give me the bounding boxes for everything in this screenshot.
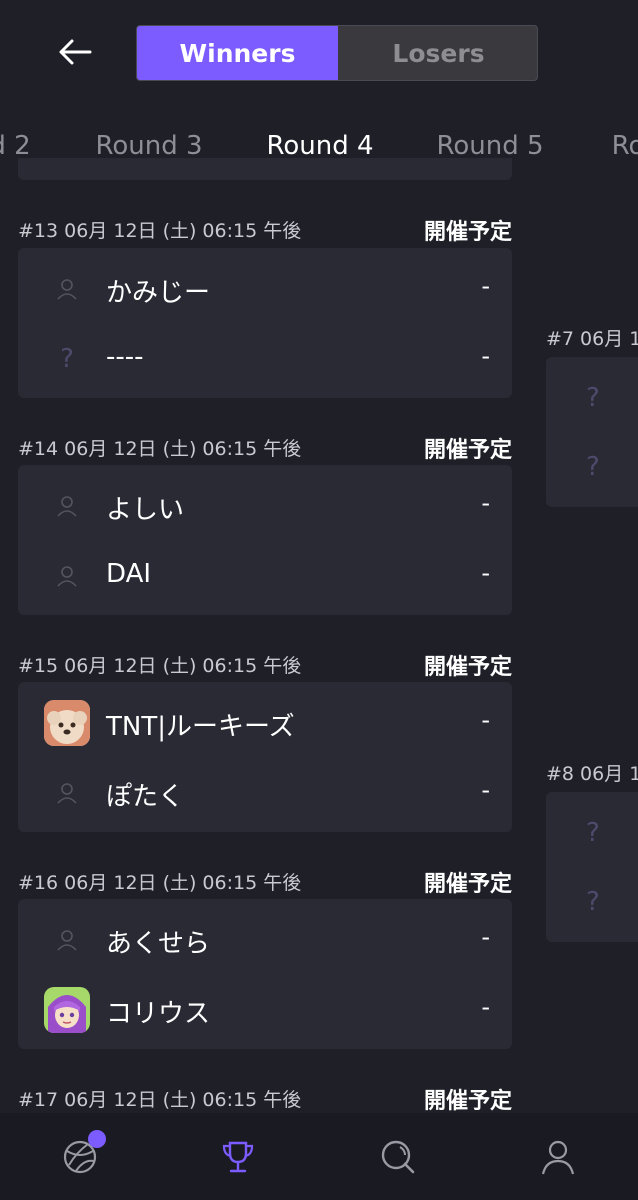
player-row[interactable]: コリウス - [18, 975, 512, 1045]
player-row[interactable]: ? ---- - [18, 324, 512, 394]
user-icon [44, 266, 90, 312]
player-name: DAI [106, 559, 152, 589]
next-match-card[interactable]: ? ? [546, 357, 638, 507]
next-match-info: #8 06月 12 [546, 763, 638, 785]
match-info: #13 06月 12日 (土) 06:15 午後 [18, 220, 302, 242]
player-name: かみじー [106, 278, 211, 308]
match-info: #15 06月 12日 (土) 06:15 午後 [18, 655, 302, 677]
player-score: - [481, 559, 490, 587]
player-name: コリウス [106, 999, 211, 1029]
tab-round-2[interactable]: d 2 [0, 131, 31, 161]
player-row[interactable]: DAI - [18, 541, 512, 611]
match-info: #17 06月 12日 (土) 06:15 午後 [18, 1089, 302, 1111]
question-icon: ? [586, 452, 600, 482]
tab-round-6[interactable]: Ro [612, 131, 638, 161]
match-header: #15 06月 12日 (土) 06:15 午後 開催予定 [18, 643, 512, 683]
losers-tab[interactable]: Losers [338, 26, 537, 80]
player-row[interactable]: TNT|ルーキーズ - [18, 688, 512, 758]
match-card[interactable]: あくせら - コリウス - [18, 899, 512, 1049]
user-icon [44, 483, 90, 529]
next-match-info: #7 06月 12 [546, 328, 638, 350]
match-info: #16 06月 12日 (土) 06:15 午後 [18, 872, 302, 894]
nav-search[interactable] [374, 1133, 422, 1181]
match-header: #14 06月 12日 (土) 06:15 午後 開催予定 [18, 426, 512, 466]
player-score: - [481, 923, 490, 951]
match-card[interactable]: かみじー - ? ---- - [18, 248, 512, 398]
match-card[interactable]: TNT|ルーキーズ - ぽたく - [18, 682, 512, 832]
player-row[interactable]: ぽたく - [18, 758, 512, 828]
match-status: 開催予定 [423, 1089, 512, 1114]
match-status: 開催予定 [423, 655, 512, 680]
match-info: #14 06月 12日 (土) 06:15 午後 [18, 438, 302, 460]
match-header: #17 06月 12日 (土) 06:15 午後 開催予定 [18, 1077, 512, 1117]
player-score: - [481, 776, 490, 804]
player-score: - [481, 489, 490, 517]
user-icon [44, 553, 90, 599]
question-icon: ? [586, 887, 600, 917]
player-row[interactable]: あくせら - [18, 905, 512, 975]
tab-round-5[interactable]: Round 5 [436, 131, 543, 161]
bracket-toggle: Winners Losers [136, 25, 538, 81]
nav-profile[interactable] [534, 1133, 582, 1181]
player-score: - [481, 706, 490, 734]
player-name: ぽたく [106, 782, 185, 812]
user-icon [44, 917, 90, 963]
player-row[interactable]: かみじー - [18, 254, 512, 324]
match-card[interactable]: よしい - DAI - [18, 465, 512, 615]
bottom-nav [0, 1113, 638, 1200]
nav-tournament[interactable] [214, 1133, 262, 1181]
previous-match-card[interactable] [18, 158, 512, 180]
player-score: - [481, 272, 490, 300]
trophy-icon [222, 1141, 254, 1173]
match-status: 開催予定 [423, 872, 512, 897]
avatar [44, 700, 90, 746]
tab-round-4[interactable]: Round 4 [266, 131, 373, 161]
avatar [44, 987, 90, 1033]
match-status: 開催予定 [423, 438, 512, 463]
notification-badge [88, 1130, 106, 1148]
player-name: あくせら [106, 929, 211, 959]
user-icon [44, 770, 90, 816]
question-icon: ? [60, 344, 74, 374]
next-match-card[interactable]: ? ? [546, 792, 638, 942]
question-icon: ? [586, 818, 600, 848]
back-button[interactable] [52, 28, 100, 76]
question-icon: ? [586, 383, 600, 413]
player-score: - [481, 342, 490, 370]
arrow-left-icon [59, 39, 92, 65]
player-row[interactable]: よしい - [18, 471, 512, 541]
player-name: よしい [106, 495, 185, 525]
match-status: 開催予定 [423, 220, 512, 245]
player-score: - [481, 993, 490, 1021]
match-header: #13 06月 12日 (土) 06:15 午後 開催予定 [18, 208, 512, 248]
tab-round-3[interactable]: Round 3 [95, 131, 202, 161]
search-icon [381, 1140, 415, 1174]
profile-icon [541, 1140, 575, 1175]
match-header: #16 06月 12日 (土) 06:15 午後 開催予定 [18, 860, 512, 900]
winners-tab[interactable]: Winners [137, 26, 338, 80]
player-name: ---- [106, 342, 144, 372]
player-name: TNT|ルーキーズ [106, 712, 295, 742]
